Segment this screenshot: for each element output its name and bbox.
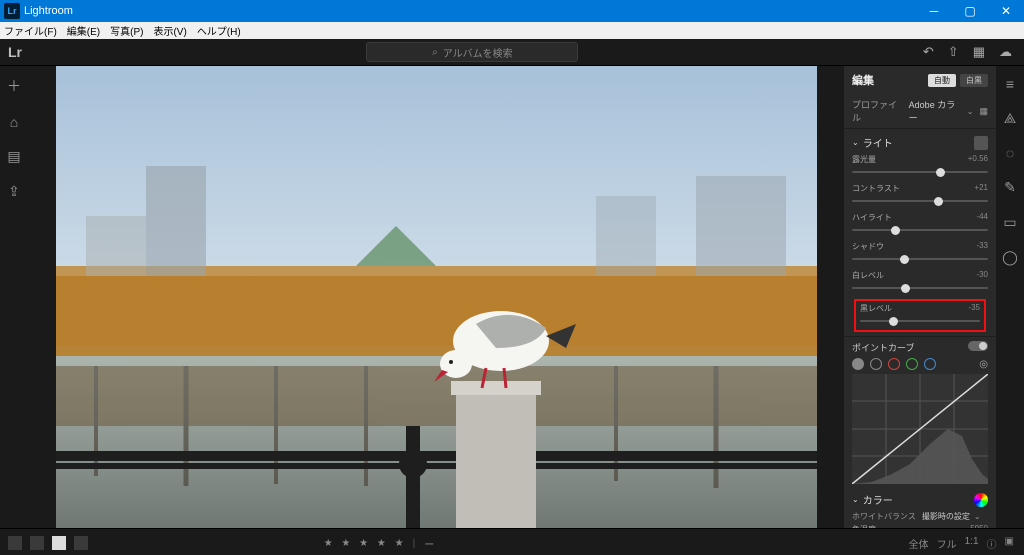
chevron-down-icon[interactable]: ⌄ — [974, 512, 981, 521]
single-view-icon[interactable] — [52, 536, 66, 550]
edit-title: 編集 — [852, 72, 874, 88]
blacks-label: 黒レベル — [860, 303, 892, 314]
highlights-label: ハイライト — [852, 212, 892, 223]
curve-title: ポイントカーブ — [852, 341, 914, 354]
linear-grad-icon[interactable]: ▭ — [1003, 214, 1016, 231]
share-left-icon[interactable]: ⇪ — [8, 183, 20, 200]
shadows-slider[interactable]: シャドウ -33 — [852, 241, 988, 264]
filmstrip-toggle-icon[interactable] — [8, 536, 22, 550]
whites-label: 白レベル — [852, 270, 884, 281]
shadows-label: シャドウ — [852, 241, 884, 252]
eyedropper-icon[interactable] — [974, 136, 988, 150]
heal-icon[interactable]: ◌ — [1006, 145, 1014, 161]
edit-panel: 編集 自動 白黒 プロファイル Adobe カラー ⌄ ▦ ⌄ ライト 露光量 +0… — [844, 66, 996, 528]
radial-grad-icon[interactable]: ◯ — [1002, 249, 1018, 266]
profile-label: プロファイル — [852, 98, 903, 124]
photo-canvas[interactable] — [28, 66, 844, 528]
point-curve-section: ポイントカーブ ◎ — [844, 337, 996, 488]
maximize-button[interactable]: ▢ — [952, 0, 988, 22]
grid-icon[interactable]: ▦ — [973, 44, 985, 60]
chevron-down-icon[interactable]: ⌄ — [852, 138, 859, 147]
menubar: ファイル(F) 編集(E) 写真(P) 表示(V) ヘルプ(H) — [0, 22, 1024, 39]
temperature-slider[interactable]: 色温度 5950 — [852, 524, 988, 528]
add-icon[interactable]: ＋ — [7, 76, 21, 96]
whites-value: -30 — [976, 270, 988, 281]
flag-icon[interactable]: ー — [424, 536, 437, 551]
whites-slider[interactable]: 白レベル -30 — [852, 270, 988, 293]
chevron-down-icon[interactable]: ⌄ — [967, 107, 974, 116]
color-title: カラー — [863, 492, 893, 507]
menu-edit[interactable]: 編集(E) — [67, 23, 100, 38]
blacks-slider[interactable]: 黒レベル -35 — [860, 303, 980, 326]
close-button[interactable]: ✕ — [988, 0, 1024, 22]
profile-value[interactable]: Adobe カラー — [909, 98, 961, 124]
profile-grid-icon[interactable]: ▦ — [979, 106, 988, 117]
menu-photo[interactable]: 写真(P) — [110, 23, 143, 38]
cloud-icon[interactable]: ☁ — [999, 44, 1012, 60]
curve-target-icon[interactable]: ◎ — [979, 359, 988, 370]
rating-stars[interactable]: ★ ★ ★ ★ ★ — [324, 538, 407, 549]
curve-red-icon[interactable] — [888, 358, 900, 370]
tone-curve[interactable] — [852, 374, 988, 484]
minimize-button[interactable]: ─ — [916, 0, 952, 22]
temp-label: 色温度 — [852, 524, 876, 528]
exposure-slider[interactable]: 露光量 +0.56 — [852, 154, 988, 177]
search-placeholder: アルバムを検索 — [443, 45, 513, 60]
app-logo-icon: Lr — [4, 3, 20, 19]
view-icon[interactable]: ▣ — [1005, 536, 1014, 551]
undo-icon[interactable]: ↶ — [923, 44, 934, 60]
contrast-slider[interactable]: コントラスト +21 — [852, 183, 988, 206]
footer: ★ ★ ★ ★ ★ | ー 全体 フル 1:1 ⓘ ▣ — [0, 528, 1024, 555]
curve-luma-icon[interactable] — [870, 358, 882, 370]
blacks-value: -35 — [968, 303, 980, 314]
curve-green-icon[interactable] — [906, 358, 918, 370]
brush-icon[interactable]: ✎ — [1004, 179, 1016, 196]
light-section: ⌄ ライト 露光量 +0.56 コントラスト +21 ハイライト -44 シャドウ -33… — [844, 129, 996, 337]
curve-blue-icon[interactable] — [924, 358, 936, 370]
crop-icon[interactable]: ⟁ — [1004, 110, 1017, 127]
info-icon[interactable]: ⓘ — [987, 536, 997, 551]
search-icon: ⌕ — [432, 47, 438, 58]
photo-preview — [56, 66, 817, 528]
library-icon[interactable]: ▤ — [7, 148, 20, 165]
light-title: ライト — [863, 135, 893, 150]
right-toolbar: ≡ ⟁ ◌ ✎ ▭ ◯ — [996, 66, 1024, 528]
share-icon[interactable]: ⇧ — [948, 44, 959, 60]
curve-toggle[interactable] — [968, 341, 988, 351]
left-toolbar: ＋ ⌂ ▤ ⇪ — [0, 66, 28, 528]
search-input[interactable]: ⌕ アルバムを検索 — [366, 42, 578, 62]
menu-file[interactable]: ファイル(F) — [4, 23, 57, 38]
auto-button[interactable]: 自動 — [928, 74, 956, 87]
bw-button[interactable]: 白黒 — [960, 74, 988, 87]
grid-view-icon[interactable] — [30, 536, 44, 550]
color-section: ⌄ カラー ホワイトバランス撮影時の設定 ⌄ 色温度 5950 — [844, 488, 996, 528]
wb-value[interactable]: 撮影時の設定 — [922, 511, 970, 522]
chevron-down-icon[interactable]: ⌄ — [852, 495, 859, 504]
shadows-value: -33 — [976, 241, 988, 252]
color-wheel-icon[interactable] — [974, 493, 988, 507]
compare-view-icon[interactable] — [74, 536, 88, 550]
exposure-value: +0.56 — [968, 154, 988, 165]
exposure-label: 露光量 — [852, 154, 876, 165]
contrast-value: +21 — [974, 183, 988, 194]
highlights-slider[interactable]: ハイライト -44 — [852, 212, 988, 235]
temp-value: 5950 — [970, 524, 988, 528]
menu-help[interactable]: ヘルプ(H) — [197, 23, 241, 38]
titlebar: Lr Lightroom ─ ▢ ✕ — [0, 0, 1024, 22]
lr-logo: Lr — [8, 44, 22, 60]
appbar: Lr ⌕ アルバムを検索 ↶ ⇧ ▦ ☁ — [0, 39, 1024, 66]
zoom-1to1[interactable]: 1:1 — [965, 536, 979, 551]
zoom-fit[interactable]: 全体 — [909, 536, 929, 551]
app-title: Lightroom — [24, 5, 73, 17]
curve-param-icon[interactable] — [852, 358, 864, 370]
zoom-full[interactable]: フル — [937, 536, 957, 551]
highlights-value: -44 — [976, 212, 988, 223]
menu-view[interactable]: 表示(V) — [153, 23, 186, 38]
wb-label: ホワイトバランス — [852, 511, 916, 522]
sliders-icon[interactable]: ≡ — [1006, 76, 1014, 92]
contrast-label: コントラスト — [852, 183, 900, 194]
home-icon[interactable]: ⌂ — [10, 114, 18, 130]
blacks-highlight-box: 黒レベル -35 — [854, 299, 986, 332]
